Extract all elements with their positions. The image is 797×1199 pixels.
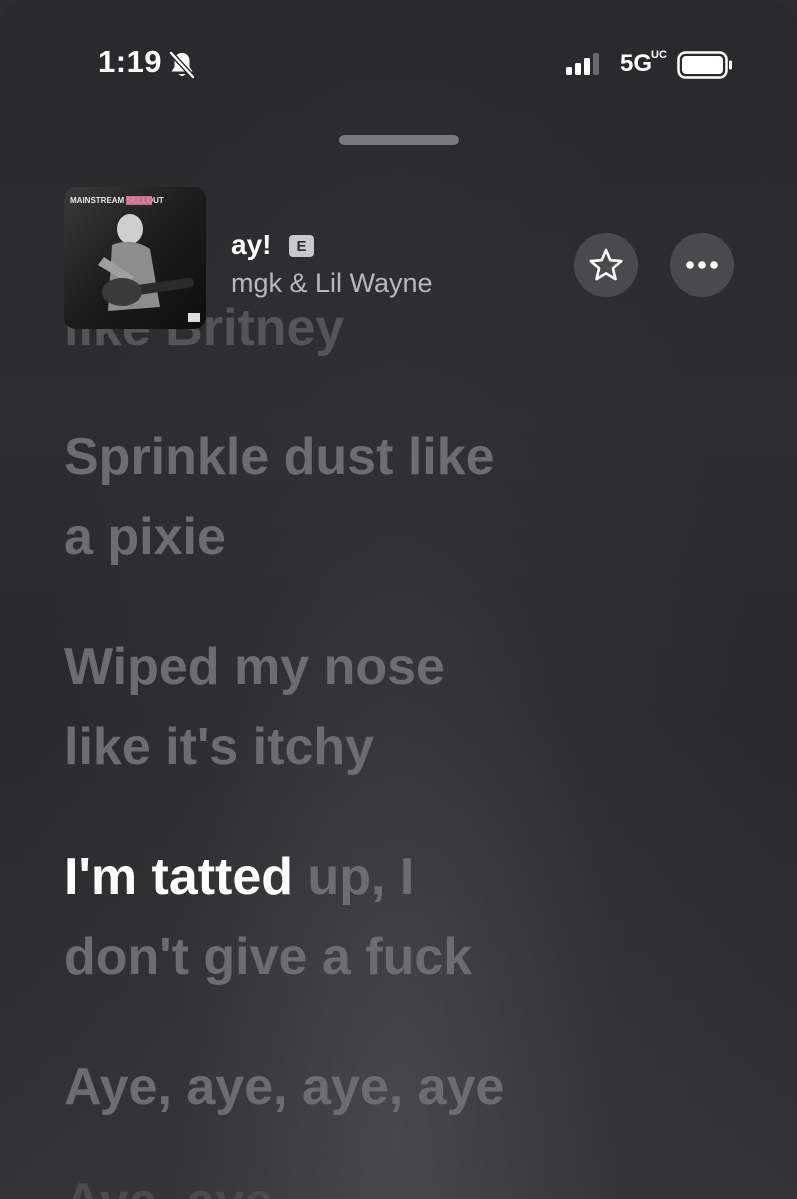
album-art[interactable]: MAINSTREAM SELLOUT: [64, 187, 206, 329]
lyric-line[interactable]: Sprinkle dust like: [64, 417, 495, 497]
lyric-current-line[interactable]: I'm tatted up, I: [64, 837, 414, 917]
sheet-grabber[interactable]: [339, 135, 459, 145]
lyrics-screen: 1:19 5G UC like Britney Sprinkle dust li…: [0, 0, 797, 1199]
album-art-image: MAINSTREAM SELLOUT: [64, 187, 206, 329]
more-options-button[interactable]: [670, 233, 734, 297]
lyric-line[interactable]: a pixie: [64, 497, 226, 577]
ellipsis-icon: [686, 261, 718, 269]
artist-name[interactable]: mgk & Lil Wayne: [231, 268, 433, 299]
lyric-line[interactable]: like it's itchy: [64, 707, 374, 787]
cellular-signal-icon: [566, 53, 599, 75]
network-subtype: UC: [651, 49, 667, 61]
lyric-sung-words: I'm tatted: [64, 848, 294, 906]
lyric-next-partial: Aye, aye: [64, 1176, 364, 1199]
lyric-next-line[interactable]: Aye, aye, aye, aye: [64, 1047, 504, 1127]
song-title: ay!: [231, 229, 272, 260]
star-icon: [589, 248, 623, 281]
battery-icon: [677, 51, 732, 79]
favorite-button[interactable]: [574, 233, 638, 297]
lyric-unsung-words: up, I: [293, 848, 415, 906]
network-type: 5G: [620, 50, 653, 77]
bell-slash-icon: [169, 51, 195, 79]
lyric-line[interactable]: Wiped my nose: [64, 627, 445, 707]
explicit-badge: E: [289, 235, 314, 257]
status-time: 1:19: [98, 44, 163, 79]
lyric-current-line-2[interactable]: don't give a fuck: [64, 917, 472, 997]
